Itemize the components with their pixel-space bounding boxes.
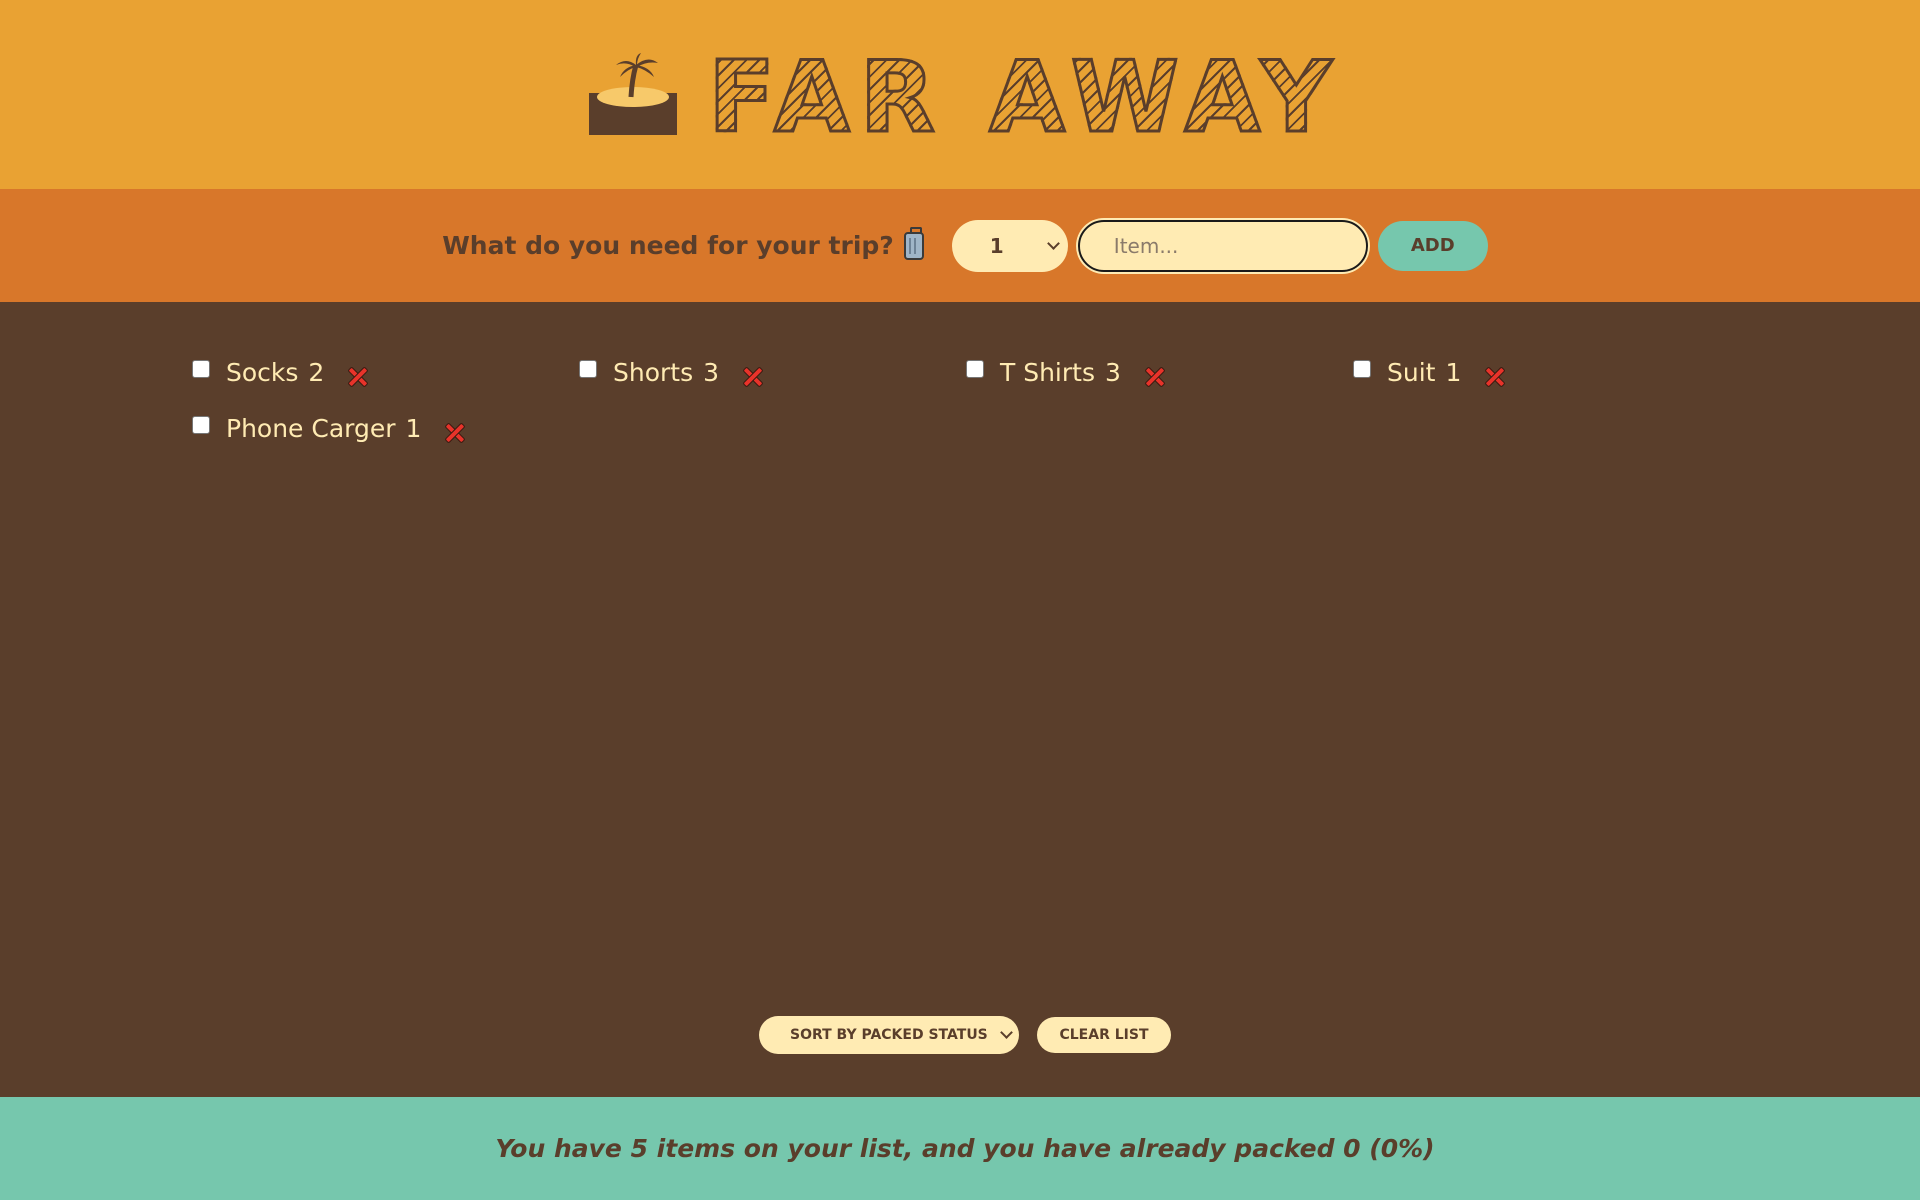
item-text: Socks 2 [226, 358, 324, 387]
item-quantity: 2 [308, 357, 325, 387]
chevron-down-icon [1046, 236, 1060, 250]
island-palm-icon [588, 52, 678, 137]
item-description: Socks [226, 357, 299, 387]
item-quantity: 3 [1104, 357, 1121, 387]
item-quantity: 1 [405, 413, 422, 443]
item-text: Phone Carger 1 [226, 414, 421, 443]
list-item: T Shirts 3 [966, 354, 1353, 390]
packed-checkbox[interactable] [192, 416, 210, 434]
quantity-select-value: 1 [989, 233, 1004, 258]
item-description: Shorts [613, 357, 694, 387]
item-quantity: 3 [703, 357, 720, 387]
item-description: Phone Carger [226, 413, 396, 443]
item-input[interactable] [1077, 219, 1368, 272]
app: Far Away What do you need for your trip?… [0, 0, 1920, 1200]
item-text: T Shirts 3 [1000, 358, 1121, 387]
add-button[interactable]: Add [1377, 220, 1488, 271]
item-text: Shorts 3 [613, 358, 719, 387]
delete-item-button[interactable] [1483, 366, 1503, 386]
item-list: Socks 2 Shorts 3 T Shirts 3 Suit 1 Phone Car [192, 354, 1740, 446]
form-label-text: What do you need for your trip? [442, 231, 894, 260]
chevron-down-icon [1000, 1026, 1013, 1039]
suitcase-icon [903, 226, 924, 260]
list-actions: Sort by packed status Clear list [0, 1016, 1920, 1054]
list-item: Shorts 3 [579, 354, 966, 390]
app-title: Far Away [707, 40, 1342, 155]
item-description: Suit [1387, 357, 1436, 387]
list-item: Phone Carger 1 [192, 410, 579, 446]
delete-item-button[interactable] [1143, 366, 1163, 386]
delete-item-button[interactable] [741, 366, 761, 386]
item-text: Suit 1 [1387, 358, 1461, 387]
stats-text: You have 5 items on your list, and you h… [495, 1134, 1435, 1163]
packed-checkbox[interactable] [579, 360, 597, 378]
form-label: What do you need for your trip? [442, 226, 924, 260]
stats-footer: You have 5 items on your list, and you h… [0, 1097, 1920, 1200]
list-item: Socks 2 [192, 354, 579, 390]
list-item: Suit 1 [1353, 354, 1740, 390]
quantity-select[interactable]: 1 [951, 219, 1068, 272]
sort-select[interactable]: Sort by packed status [759, 1016, 1019, 1054]
clear-list-button[interactable]: Clear list [1037, 1017, 1171, 1053]
item-description: T Shirts [1000, 357, 1095, 387]
header: Far Away [0, 0, 1920, 189]
sort-select-value: Sort by packed status [790, 1027, 988, 1043]
packed-checkbox[interactable] [192, 360, 210, 378]
packing-list: Socks 2 Shorts 3 T Shirts 3 Suit 1 Phone Car [0, 302, 1920, 1097]
add-item-form: What do you need for your trip? 1 Add [0, 189, 1920, 302]
packed-checkbox[interactable] [966, 360, 984, 378]
delete-item-button[interactable] [346, 366, 366, 386]
packed-checkbox[interactable] [1353, 360, 1371, 378]
delete-item-button[interactable] [443, 422, 463, 442]
item-quantity: 1 [1445, 357, 1462, 387]
